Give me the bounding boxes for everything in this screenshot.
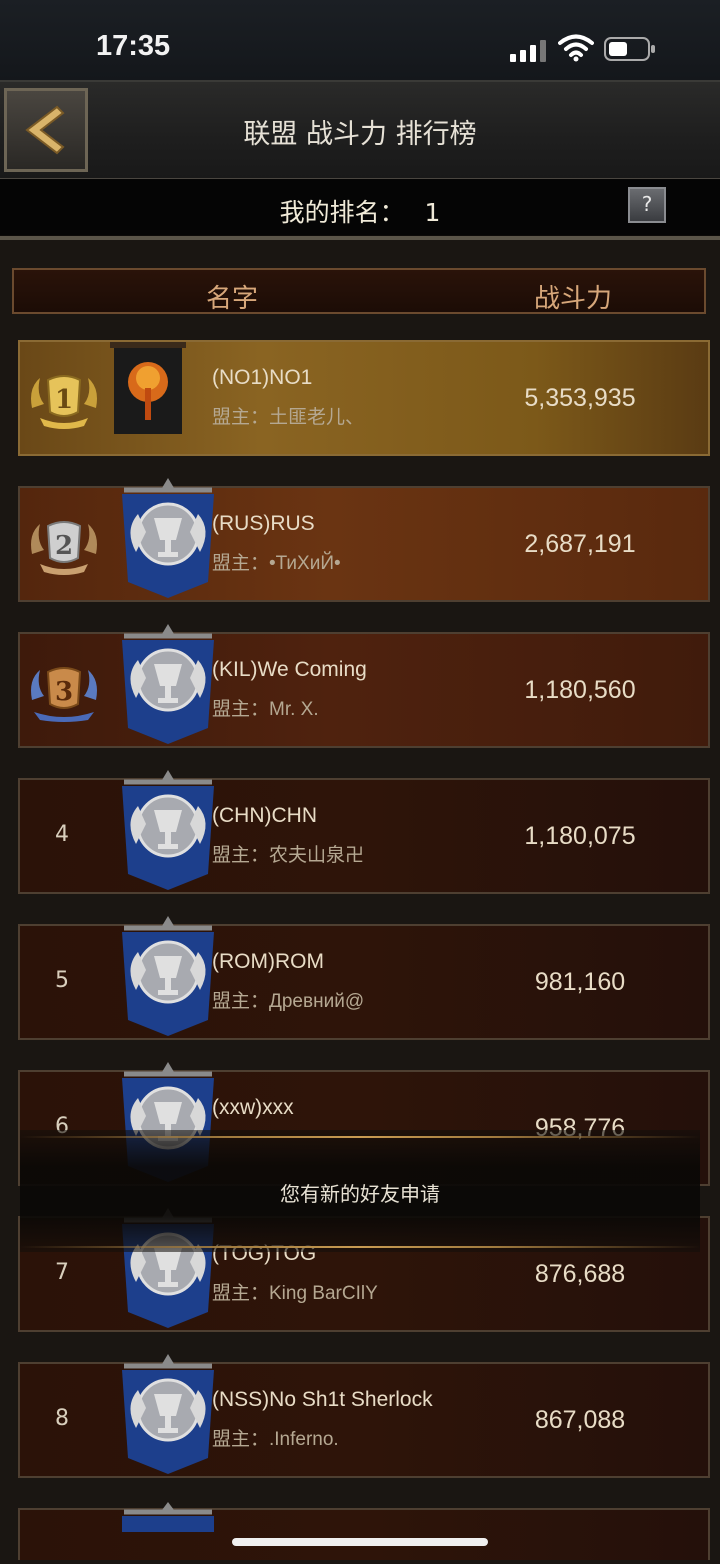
alliance-leader: 盟主：Mr. X. — [212, 699, 319, 720]
alliance-leader: 盟主：.Inferno. — [212, 1429, 339, 1450]
status-time: 17:35 — [96, 30, 171, 62]
help-button[interactable]: ? — [628, 187, 666, 223]
ranking-row-1[interactable]: 1 (NO1)NO1 盟主：土匪老儿、 5,353,935 — [18, 340, 710, 456]
column-header: 名字 战斗力 — [12, 268, 706, 314]
friend-request-toast[interactable]: 您有新的好友申请 — [20, 1130, 700, 1252]
svg-text:2: 2 — [55, 531, 73, 561]
alliance-banner-icon — [110, 342, 186, 434]
alliance-power: 867,088 — [534, 1406, 626, 1434]
toast-bottom-divider — [20, 1246, 700, 1248]
my-rank-value: 1 — [424, 198, 441, 227]
alliance-banner-icon — [122, 1502, 214, 1532]
toast-message: 您有新的好友申请 — [280, 1182, 440, 1206]
home-indicator[interactable] — [232, 1538, 488, 1546]
ranking-row-3[interactable]: 3 (KIL)We Coming 盟主：Mr. X. 1,180,560 — [18, 624, 710, 748]
alliance-leader: 盟主：土匪老儿、 — [212, 407, 365, 428]
ranking-row-5[interactable]: 5 (ROM)ROM 盟主：Древний@ 981,160 — [18, 916, 710, 1040]
alliance-leader: 盟主：Древний@ — [212, 991, 365, 1012]
toast-top-divider — [20, 1136, 700, 1138]
battery-icon — [604, 37, 655, 61]
alliance-name: (NSS)No Sh1t Sherlock — [212, 1388, 433, 1411]
my-rank-bar: 我的排名： 1 ? — [0, 179, 720, 235]
alliance-power: 981,160 — [534, 968, 626, 996]
title-bar: 联盟 战斗力 排行榜 — [0, 80, 720, 181]
page-title: 联盟 战斗力 排行榜 — [243, 119, 477, 150]
alliance-name: (KIL)We Coming — [212, 658, 367, 681]
gold-medal-icon: 1 — [31, 375, 97, 429]
cellular-signal-icon — [510, 40, 546, 62]
column-power: 战斗力 — [534, 284, 613, 314]
rank-number: 8 — [55, 1406, 69, 1431]
rank-number: 4 — [55, 822, 69, 847]
ranking-row-9-partial[interactable] — [18, 1502, 710, 1560]
alliance-name: (RUS)RUS — [212, 512, 315, 535]
alliance-name: (xxw)xxx — [212, 1096, 294, 1119]
status-bar: 17:35 — [0, 0, 720, 80]
alliance-power: 2,687,191 — [524, 530, 636, 558]
svg-text:3: 3 — [55, 677, 73, 707]
ranking-row-8[interactable]: 8 (NSS)No Sh1t Sherlock 盟主：.Inferno. 867… — [18, 1354, 710, 1478]
column-name: 名字 — [206, 284, 259, 314]
rank-number: 5 — [55, 968, 69, 993]
alliance-name: (NO1)NO1 — [212, 366, 313, 389]
alliance-power: 5,353,935 — [524, 384, 636, 412]
alliance-leader: 盟主：•ТиХиЙ• — [212, 553, 341, 574]
my-rank-text: 我的排名： — [279, 198, 405, 227]
bronze-medal-icon: 3 — [31, 667, 97, 722]
alliance-power: 1,180,075 — [524, 822, 636, 850]
wifi-icon — [558, 34, 594, 62]
ranking-row-4[interactable]: 4 (CHN)CHN 盟主：农夫山泉卍 1,180,075 — [18, 770, 710, 894]
svg-text:1: 1 — [55, 385, 73, 415]
alliance-power: 1,180,560 — [524, 676, 636, 704]
alliance-power: 876,688 — [534, 1260, 626, 1288]
ranking-row-2[interactable]: 2 (RUS)RUS 盟主：•ТиХиЙ• 2,687,191 — [18, 478, 710, 602]
alliance-name: (ROM)ROM — [212, 950, 324, 973]
rank-number: 7 — [55, 1260, 69, 1285]
alliance-leader: 盟主：King BarCIlY — [212, 1283, 378, 1304]
alliance-leader: 盟主：农夫山泉卍 — [212, 845, 365, 866]
silver-medal-icon: 2 — [31, 521, 97, 575]
alliance-name: (CHN)CHN — [212, 804, 317, 827]
my-rank-label: 我的排名： 1 — [0, 193, 720, 229]
